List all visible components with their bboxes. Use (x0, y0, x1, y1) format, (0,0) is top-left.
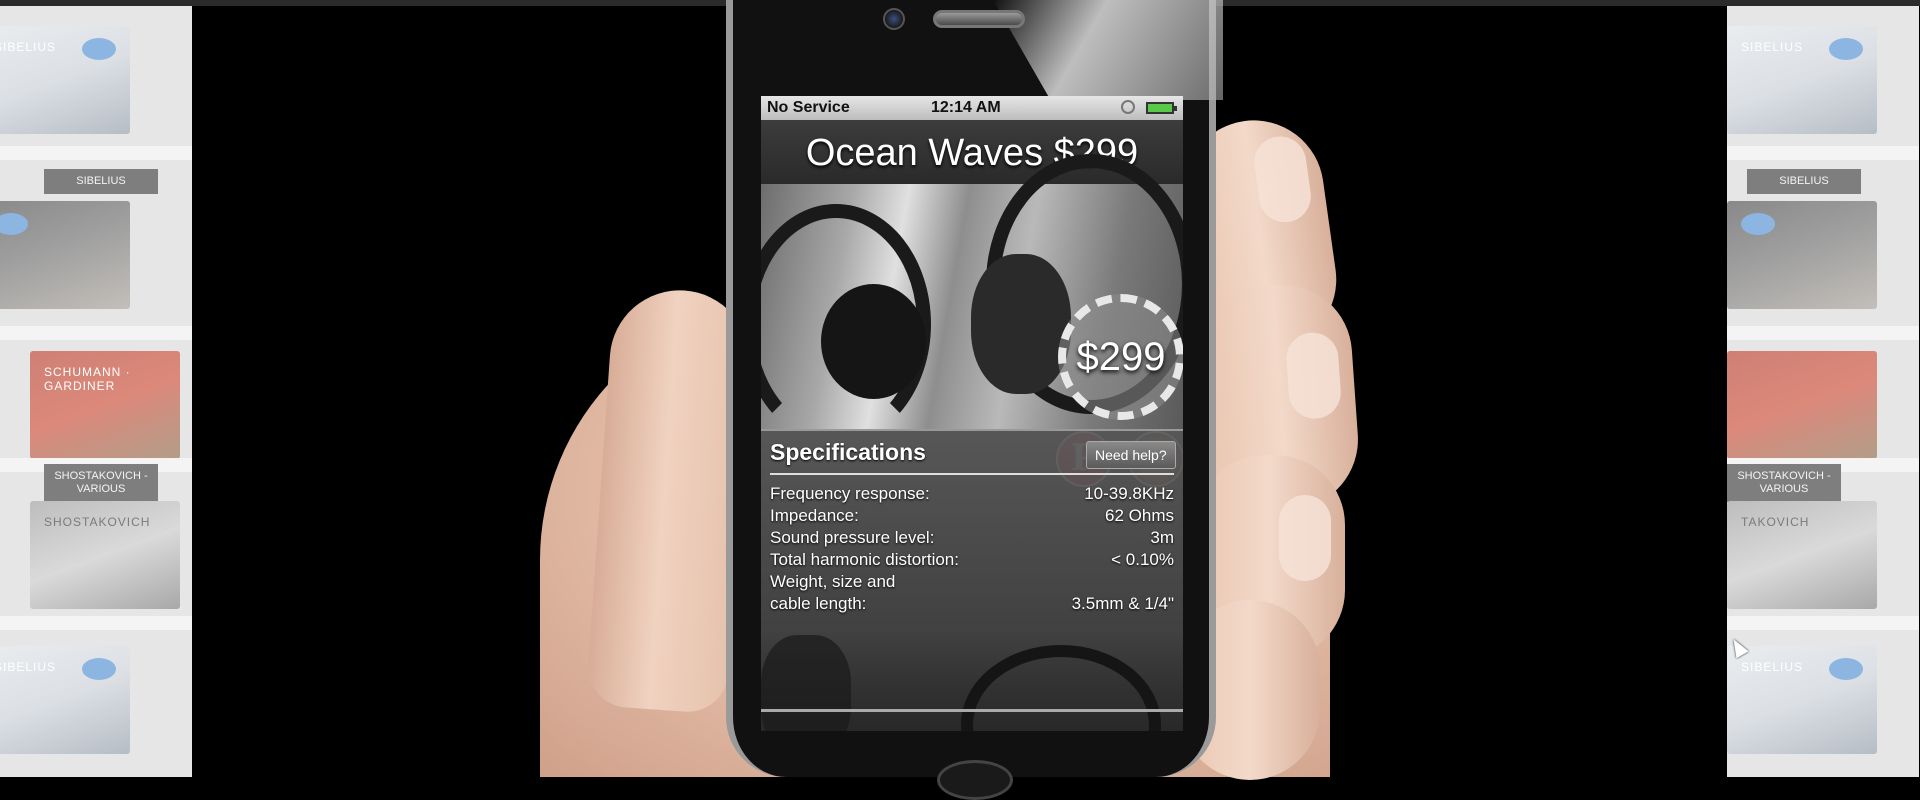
spec-value: 62 Ohms (1105, 506, 1174, 525)
divider (761, 429, 1183, 431)
front-camera-icon (883, 8, 905, 30)
photo-strip (761, 625, 1183, 731)
spec-row: Frequency response: 10-39.8KHz (770, 483, 1174, 505)
spec-value: 3m (1150, 528, 1174, 547)
spec-label: Weight, size and cable length: (770, 572, 896, 613)
spec-value: 3.5mm & 1/4" (1071, 594, 1174, 613)
fingernail (1284, 330, 1343, 421)
fingernail (1250, 133, 1315, 226)
spec-list: Frequency response: 10-39.8KHz Impedance… (770, 483, 1174, 615)
phone-screen: No Service 12:14 AM Ocean Waves $299 $29… (761, 96, 1183, 731)
status-bar: No Service 12:14 AM (761, 96, 1183, 120)
fingernail (1279, 495, 1331, 581)
divider (770, 473, 1174, 475)
headphone-earcup (971, 254, 1071, 394)
specifications-heading: Specifications (770, 439, 926, 465)
spec-label: Impedance: (770, 506, 859, 525)
battery-icon (1146, 102, 1177, 114)
spec-row: Sound pressure level: 3m (770, 527, 1174, 549)
headphone-image (961, 645, 1161, 731)
spec-row: Impedance: 62 Ohms (770, 505, 1174, 527)
spec-label: Frequency response: (770, 484, 930, 503)
divider (761, 709, 1183, 712)
carrier-label: No Service (767, 99, 850, 116)
shelf-overlay (0, 6, 192, 777)
price-badge-text: $299 (1076, 334, 1166, 379)
home-button[interactable] (937, 760, 1013, 800)
earpiece-speaker (933, 10, 1025, 28)
cd-shelf-right: SIBELIUS SIBELIUS SHOSTAKOVICH - VARIOUS… (1727, 6, 1919, 777)
headphone-earcup (821, 284, 926, 399)
headphone-image (761, 635, 851, 731)
product-photo: $299 P (761, 154, 1183, 487)
spec-label: Total harmonic distortion: (770, 550, 959, 569)
need-help-button[interactable]: Need help? (1086, 441, 1176, 469)
clock: 12:14 AM (931, 99, 1001, 116)
orientation-lock-icon (1121, 100, 1135, 114)
price-badge: $299 (1058, 294, 1183, 420)
spec-value: < 0.10% (1111, 550, 1174, 569)
spec-label: Sound pressure level: (770, 528, 935, 547)
spec-row: Weight, size and cable length: 3.5mm & 1… (770, 571, 1174, 615)
specifications-panel: Specifications Need help? Frequency resp… (761, 429, 1183, 731)
glass-reflection (993, 0, 1223, 100)
shelf-overlay (1727, 6, 1919, 777)
cd-shelf-left: SIBELIUS SIBELIUS SCHUMANN · GARDINER SH… (0, 6, 192, 777)
spec-row: Total harmonic distortion: < 0.10% (770, 549, 1174, 571)
spec-value: 10-39.8KHz (1084, 484, 1174, 503)
